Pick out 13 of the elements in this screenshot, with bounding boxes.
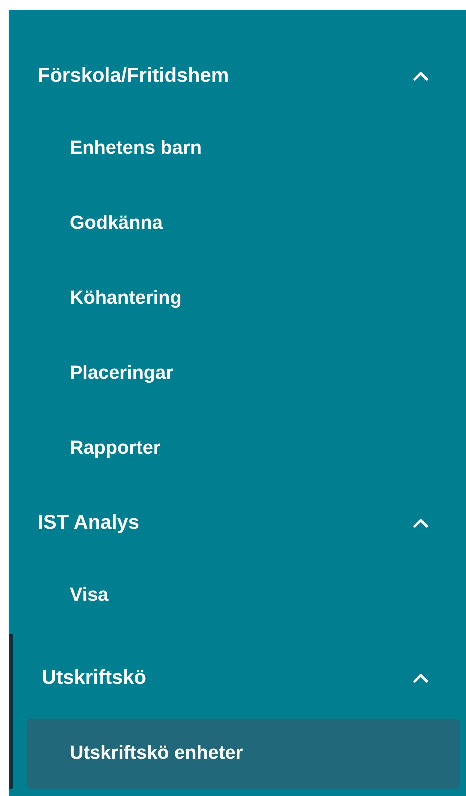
group-title: Utskriftskö xyxy=(42,666,146,691)
menu-item[interactable]: Godkänna xyxy=(9,187,466,262)
menu-item[interactable]: Enhetens barn xyxy=(9,112,466,187)
menu-item[interactable]: Placeringar xyxy=(9,337,466,412)
menu-item[interactable]: Köhantering xyxy=(9,262,466,337)
group-title: Förskola/Fritidshem xyxy=(38,64,230,89)
group-title: IST Analys xyxy=(38,511,140,536)
group-header[interactable]: IST Analys xyxy=(9,487,466,559)
group-header[interactable]: Utskriftskö xyxy=(13,642,466,714)
menu-item[interactable]: Rapporter xyxy=(9,412,466,487)
menu-item[interactable]: Utskriftskö enheter xyxy=(27,719,460,789)
group-header[interactable]: Förskola/Fritidshem xyxy=(9,40,466,112)
menu-item[interactable]: Visa xyxy=(9,559,466,634)
